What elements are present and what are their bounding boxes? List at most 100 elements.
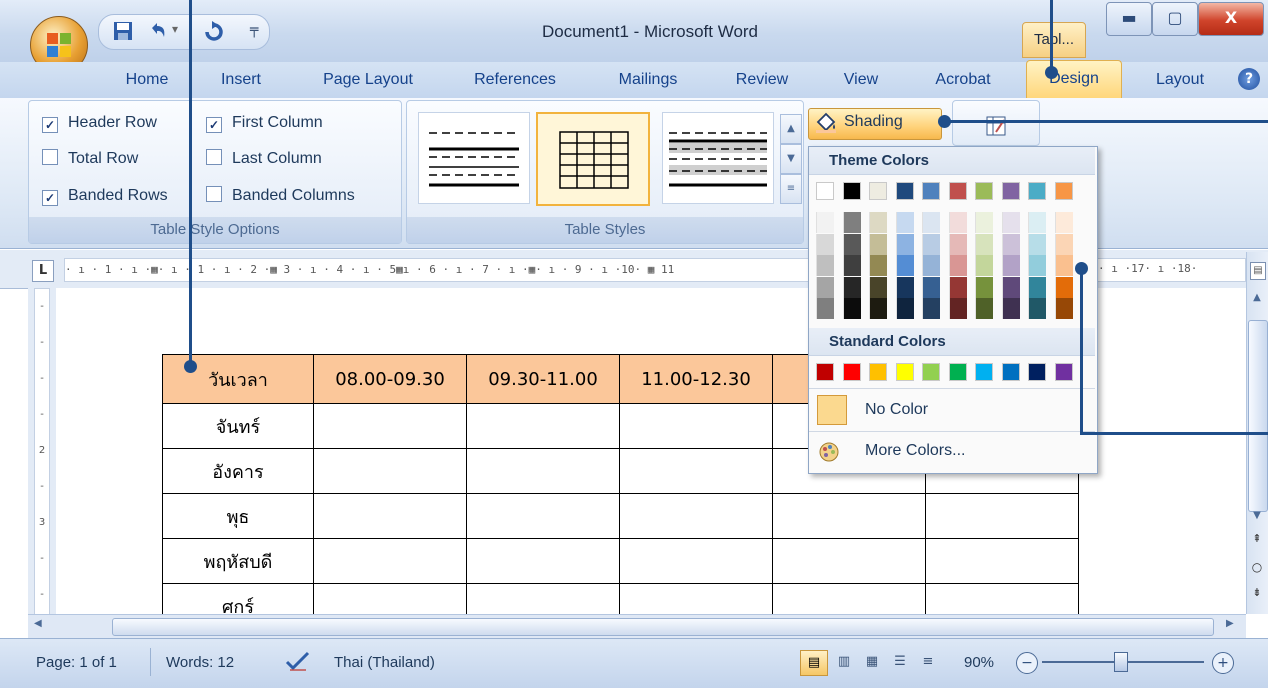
- undo-icon[interactable]: [146, 20, 168, 42]
- color-swatch[interactable]: [975, 363, 993, 381]
- color-swatch[interactable]: [948, 233, 967, 255]
- color-swatch[interactable]: [975, 233, 993, 255]
- color-swatch[interactable]: [869, 298, 887, 319]
- vertical-scroll-thumb[interactable]: [1248, 320, 1268, 512]
- color-swatch[interactable]: [869, 363, 887, 381]
- table-cell[interactable]: [466, 538, 620, 584]
- color-swatch[interactable]: [1028, 212, 1046, 233]
- table-style-shaded[interactable]: [662, 112, 774, 204]
- color-swatch[interactable]: [1054, 276, 1073, 298]
- table-cell[interactable]: [619, 493, 773, 539]
- color-swatch[interactable]: [1001, 233, 1020, 255]
- table-cell[interactable]: [772, 538, 926, 584]
- color-swatch[interactable]: [948, 276, 967, 298]
- color-swatch[interactable]: [816, 298, 834, 319]
- table-style-grid-selected[interactable]: [536, 112, 650, 206]
- zoom-out-icon[interactable]: −: [1016, 652, 1038, 674]
- color-swatch[interactable]: [842, 255, 861, 276]
- color-swatch[interactable]: [895, 363, 914, 381]
- table-cell[interactable]: [313, 448, 467, 494]
- tab-insert[interactable]: Insert: [206, 62, 276, 98]
- web-layout-icon[interactable]: ▦: [860, 650, 884, 674]
- banded-columns-checkbox[interactable]: Banded Columns: [206, 185, 355, 207]
- color-swatch[interactable]: [1028, 363, 1046, 381]
- color-swatch[interactable]: [1054, 255, 1073, 276]
- color-swatch[interactable]: [895, 212, 914, 233]
- color-swatch[interactable]: [975, 276, 993, 298]
- customize-qat-icon[interactable]: ╤: [250, 22, 258, 38]
- color-swatch[interactable]: [1054, 212, 1073, 233]
- table-cell[interactable]: [313, 493, 467, 539]
- language-status[interactable]: Thai (Thailand): [334, 652, 435, 674]
- gallery-scroll-up[interactable]: ▲: [780, 114, 802, 144]
- color-swatch[interactable]: [842, 233, 861, 255]
- tab-design[interactable]: Design: [1026, 60, 1122, 99]
- proofing-icon[interactable]: [284, 650, 312, 672]
- color-swatch[interactable]: [975, 255, 993, 276]
- color-swatch[interactable]: [895, 182, 914, 200]
- color-swatch[interactable]: [816, 255, 834, 276]
- color-swatch[interactable]: [948, 255, 967, 276]
- first-column-checkbox[interactable]: ✓ First Column: [206, 112, 323, 134]
- color-swatch[interactable]: [895, 233, 914, 255]
- zoom-level[interactable]: 90%: [964, 652, 994, 674]
- color-swatch[interactable]: [1001, 182, 1020, 200]
- color-swatch[interactable]: [948, 182, 967, 200]
- tab-layout[interactable]: Layout: [1140, 62, 1220, 98]
- color-swatch[interactable]: [869, 255, 887, 276]
- color-swatch[interactable]: [1028, 233, 1046, 255]
- select-browse-object-icon[interactable]: ○: [1249, 560, 1265, 574]
- color-swatch[interactable]: [869, 212, 887, 233]
- tab-page-layout[interactable]: Page Layout: [306, 62, 430, 98]
- color-swatch[interactable]: [975, 212, 993, 233]
- tab-home[interactable]: Home: [112, 62, 182, 98]
- table-cell[interactable]: [313, 538, 467, 584]
- color-swatch[interactable]: [869, 276, 887, 298]
- table-header-cell[interactable]: 09.30-11.00: [466, 354, 620, 404]
- color-swatch[interactable]: [1001, 212, 1020, 233]
- outline-view-icon[interactable]: ☰: [888, 650, 912, 674]
- color-swatch[interactable]: [1001, 276, 1020, 298]
- scroll-left-icon[interactable]: ◀: [34, 618, 42, 629]
- tab-view[interactable]: View: [828, 62, 894, 98]
- tab-references[interactable]: References: [460, 62, 570, 98]
- draw-table-icon[interactable]: [984, 114, 1008, 138]
- full-screen-reading-icon[interactable]: ▥: [832, 650, 856, 674]
- tab-selector-icon[interactable]: L: [32, 260, 54, 282]
- scroll-up-icon[interactable]: ▲: [1249, 292, 1265, 303]
- tab-mailings[interactable]: Mailings: [598, 62, 698, 98]
- color-swatch[interactable]: [895, 298, 914, 319]
- table-cell[interactable]: [619, 403, 773, 449]
- scroll-down-icon[interactable]: ▼: [1249, 510, 1265, 521]
- tab-acrobat[interactable]: Acrobat: [920, 62, 1006, 98]
- table-cell[interactable]: [466, 403, 620, 449]
- color-swatch[interactable]: [1028, 276, 1046, 298]
- next-page-icon[interactable]: ⇟: [1249, 586, 1265, 599]
- save-icon[interactable]: [112, 20, 134, 42]
- color-swatch[interactable]: [895, 276, 914, 298]
- tab-review[interactable]: Review: [722, 62, 802, 98]
- undo-dropdown-icon[interactable]: ▾: [172, 22, 178, 36]
- table-header-cell[interactable]: 11.00-12.30: [619, 354, 773, 404]
- gallery-more[interactable]: ≡: [780, 174, 802, 204]
- color-swatch[interactable]: [816, 276, 834, 298]
- color-swatch[interactable]: [975, 182, 993, 200]
- table-cell[interactable]: [925, 538, 1079, 584]
- more-colors-item[interactable]: More Colors...: [809, 432, 1095, 470]
- table-header-cell[interactable]: 08.00-09.30: [313, 354, 467, 404]
- color-swatch[interactable]: [816, 212, 834, 233]
- color-swatch[interactable]: [816, 233, 834, 255]
- header-row-checkbox[interactable]: ✓ Header Row: [42, 112, 157, 134]
- color-swatch[interactable]: [1001, 363, 1020, 381]
- table-cell[interactable]: [925, 493, 1079, 539]
- table-cell[interactable]: [619, 448, 773, 494]
- table-cell[interactable]: อังคาร: [162, 448, 314, 494]
- color-swatch[interactable]: [922, 276, 940, 298]
- page-count[interactable]: Page: 1 of 1: [36, 652, 117, 674]
- color-swatch[interactable]: [842, 363, 861, 381]
- color-swatch[interactable]: [842, 276, 861, 298]
- table-cell[interactable]: [772, 493, 926, 539]
- table-cell[interactable]: [466, 493, 620, 539]
- word-count[interactable]: Words: 12: [166, 652, 234, 674]
- color-swatch[interactable]: [948, 363, 967, 381]
